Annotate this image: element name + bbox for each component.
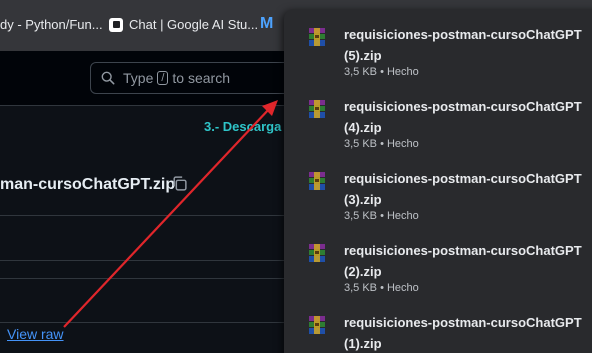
download-filename: requisiciones-postman-cursoChatGPT (3).z… <box>344 168 584 210</box>
winrar-archive-icon <box>309 244 325 262</box>
filename-line: (1).zip <box>344 336 382 351</box>
divider <box>0 322 290 323</box>
bookmark-m[interactable]: M <box>260 15 273 33</box>
download-status: 3,5 KB • Hecho <box>344 282 419 294</box>
winrar-archive-icon <box>309 316 325 334</box>
divider <box>0 260 290 261</box>
bookmark-label: Chat | Google AI Stu... <box>129 17 259 32</box>
search-placeholder-prefix: Type <box>123 70 154 86</box>
download-item[interactable]: requisiciones-postman-cursoChatGPT (1).z… <box>284 297 592 353</box>
download-status: 3,5 KB • Hecho <box>344 138 419 150</box>
filename-line: (3).zip <box>344 192 382 207</box>
download-item[interactable]: requisiciones-postman-cursoChatGPT (2).z… <box>284 225 592 297</box>
file-name: man-cursoChatGPT.zip <box>0 176 176 193</box>
downloads-panel: requisiciones-postman-cursoChatGPT (5).z… <box>284 9 592 353</box>
download-filename: requisiciones-postman-cursoChatGPT (1).z… <box>344 312 584 353</box>
divider <box>0 278 290 279</box>
search-placeholder-suffix: to search <box>172 70 231 86</box>
bookmark-google-ai-studio[interactable]: Chat | Google AI Stu... <box>109 17 258 32</box>
download-item[interactable]: requisiciones-postman-cursoChatGPT (4).z… <box>284 81 592 153</box>
bookmark-label: M <box>260 15 274 32</box>
download-filename: requisiciones-postman-cursoChatGPT (5).z… <box>344 24 584 66</box>
bookmark-python[interactable]: dy - Python/Fun... <box>0 17 103 32</box>
download-status: 3,5 KB • Hecho <box>344 66 419 78</box>
copy-icon[interactable] <box>171 175 188 192</box>
download-filename: requisiciones-postman-cursoChatGPT (4).z… <box>344 96 584 138</box>
winrar-archive-icon <box>309 28 325 46</box>
winrar-archive-icon <box>309 100 325 118</box>
download-item[interactable]: requisiciones-postman-cursoChatGPT (3).z… <box>284 153 592 225</box>
download-status: 3,5 KB • Hecho <box>344 210 419 222</box>
search-shortcut-key: / <box>157 71 169 85</box>
filename-line: requisiciones-postman-cursoChatGPT <box>344 315 582 330</box>
filename-line: requisiciones-postman-cursoChatGPT <box>344 171 582 186</box>
filename-line: (2).zip <box>344 264 382 279</box>
search-input[interactable]: Type / to search <box>90 62 290 94</box>
download-item[interactable]: requisiciones-postman-cursoChatGPT (5).z… <box>284 9 592 81</box>
filename-line: requisiciones-postman-cursoChatGPT <box>344 99 582 114</box>
download-filename: requisiciones-postman-cursoChatGPT (2).z… <box>344 240 584 282</box>
chat-icon <box>109 17 123 32</box>
search-icon <box>101 71 115 85</box>
filename-line: requisiciones-postman-cursoChatGPT <box>344 27 582 42</box>
file-header: man-cursoChatGPT.zip <box>0 152 290 216</box>
winrar-archive-icon <box>309 172 325 190</box>
view-raw-link[interactable]: View raw <box>7 326 64 342</box>
filename-line: (5).zip <box>344 48 382 63</box>
filename-line: (4).zip <box>344 120 382 135</box>
tutorial-annotation: 3.- Descarga <box>204 119 282 134</box>
bookmark-label: dy - Python/Fun... <box>0 17 103 32</box>
filename-line: requisiciones-postman-cursoChatGPT <box>344 243 582 258</box>
